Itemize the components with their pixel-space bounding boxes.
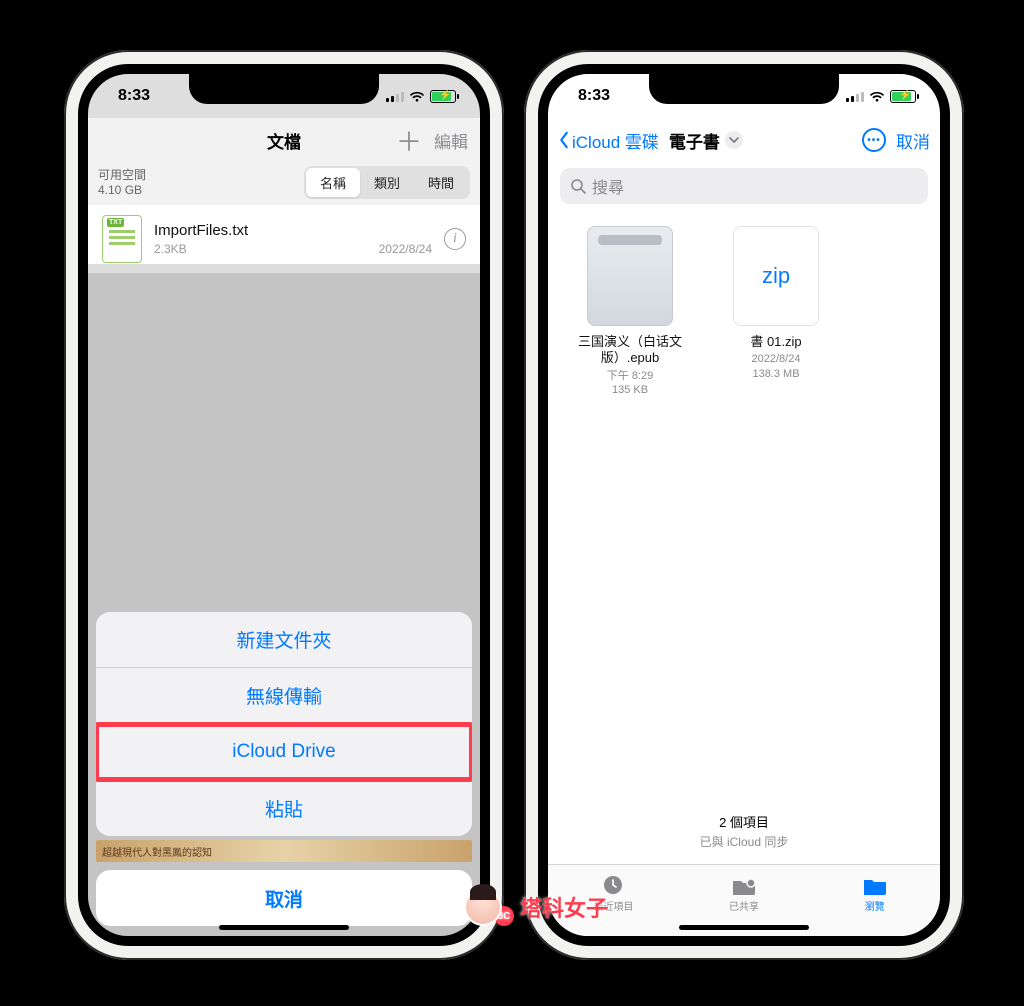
search-icon [570,178,586,194]
search-input[interactable]: 搜尋 [560,168,928,204]
action-sheet: 新建文件夾 無線傳輸 iCloud Drive 粘貼 超越現代人對黑鳳的認知 取… [96,612,472,926]
epub-file-icon [587,226,673,326]
grid-item-name: 三国演义（白话文版）.epub [570,334,690,367]
nav-title: 電子書 [669,128,720,153]
status-time: 8:33 [578,87,610,105]
watermark: 3C 塔科女子 [464,888,608,926]
sheet-wireless[interactable]: 無線傳輸 [96,668,472,724]
grid-item-size: 135 KB [570,383,690,397]
sync-status: 已與 iCloud 同步 [548,833,940,850]
wifi-icon [409,90,425,102]
notch [649,74,839,104]
item-count: 2 個項目 [548,812,940,831]
grid-item-name: 書 01.zip [716,334,836,350]
wifi-icon [869,90,885,102]
nav-bar: iCloud 雲碟 電子書 ••• 取消 [548,118,940,162]
grid-item-time: 2022/8/24 [716,352,836,366]
cellular-icon [386,90,404,102]
zip-file-icon: zip [733,226,819,326]
sheet-new-folder[interactable]: 新建文件夾 [96,612,472,668]
grid-item[interactable]: 三国演义（白话文版）.epub 下午 8:29 135 KB [570,226,690,397]
nav-bar: 文檔 ＋ 編輯 [88,118,480,162]
sort-segmented[interactable]: 名稱 類別 時間 [304,166,470,199]
segment-time[interactable]: 時間 [414,168,468,197]
file-grid: 三国演义（白话文版）.epub 下午 8:29 135 KB zip 書 01.… [548,214,940,409]
screen-left: 8:33 ⚡ 文檔 ＋ 編輯 可用空間 4.10 GB 名稱 [78,64,490,946]
nav-title: 文檔 [88,128,480,153]
notch [189,74,379,104]
ad-banner[interactable]: 超越現代人對黑鳳的認知 [96,840,472,862]
file-size: 2.3KB [154,242,187,256]
back-label: iCloud 雲碟 [572,128,659,153]
cellular-icon [846,90,864,102]
chevron-down-icon [725,131,743,149]
sheet-cancel[interactable]: 取消 [96,870,472,926]
sub-bar: 可用空間 4.10 GB 名稱 類別 時間 [88,162,480,205]
screen-right: 8:33 ⚡ iCloud 雲碟 電子書 ••• 取消 [538,64,950,946]
segment-kind[interactable]: 類別 [360,168,414,197]
more-button[interactable]: ••• [862,128,886,152]
search-placeholder: 搜尋 [592,174,624,198]
grid-item[interactable]: zip 書 01.zip 2022/8/24 138.3 MB [716,226,836,381]
file-name: ImportFiles.txt [154,222,432,239]
txt-file-icon: TXT [102,215,142,263]
info-icon[interactable]: i [444,228,466,250]
file-date: 2022/8/24 [379,242,432,256]
phone-frame-right: 8:33 ⚡ iCloud 雲碟 電子書 ••• 取消 [524,50,964,960]
grid-item-time: 下午 8:29 [570,369,690,383]
folder-icon [862,874,888,896]
home-indicator[interactable] [219,925,349,930]
battery-icon: ⚡ [430,90,456,103]
free-space-value: 4.10 GB [98,183,146,197]
status-indicators: ⚡ [386,90,456,103]
chevron-left-icon [558,131,570,149]
nav-title-wrap[interactable]: 電子書 [669,128,743,153]
tab-label: 瀏覽 [865,898,885,913]
sheet-icloud-drive[interactable]: iCloud Drive [96,724,472,780]
folder-summary: 2 個項目 已與 iCloud 同步 [548,812,940,850]
segment-name[interactable]: 名稱 [306,168,360,197]
tab-browse[interactable]: 瀏覽 [809,865,940,936]
free-space: 可用空間 4.10 GB [98,168,146,197]
status-time: 8:33 [118,87,150,105]
watermark-text: 塔科女子 [520,891,608,923]
status-indicators: ⚡ [846,90,916,103]
phone-frame-left: 8:33 ⚡ 文檔 ＋ 編輯 可用空間 4.10 GB 名稱 [64,50,504,960]
sheet-paste[interactable]: 粘貼 [96,780,472,836]
free-space-label: 可用空間 [98,168,146,182]
cancel-button[interactable]: 取消 [896,128,930,153]
watermark-avatar [464,888,502,926]
folder-shared-icon [731,874,757,896]
tab-label: 已共享 [729,898,759,913]
battery-icon: ⚡ [890,90,916,103]
grid-item-size: 138.3 MB [716,367,836,381]
home-indicator[interactable] [679,925,809,930]
back-button[interactable]: iCloud 雲碟 [558,128,659,153]
